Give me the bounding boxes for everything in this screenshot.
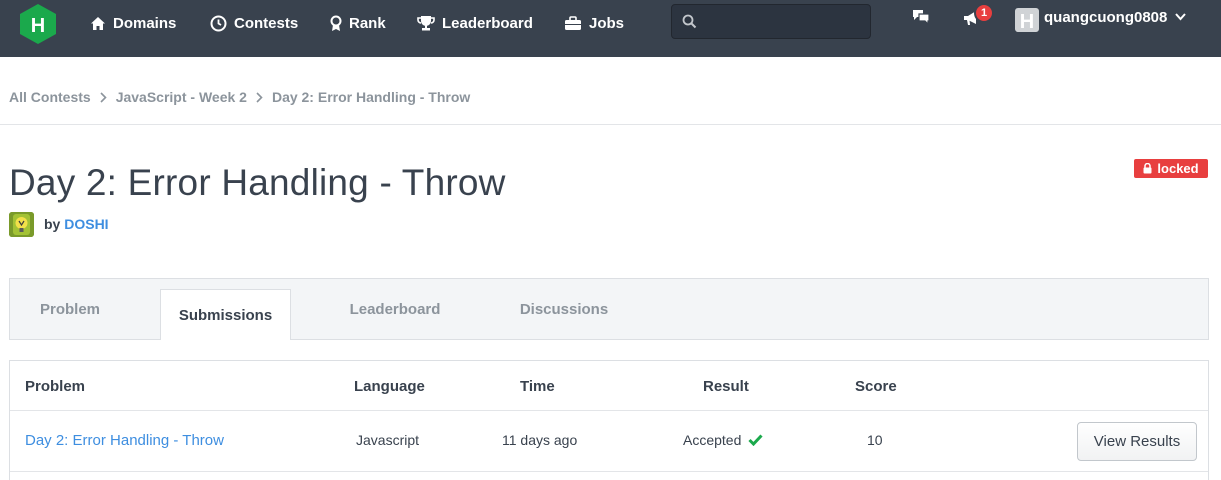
svg-text:H: H (1020, 11, 1034, 32)
nav-domains[interactable]: Domains (90, 0, 176, 46)
briefcase-icon (565, 15, 581, 30)
nav-contests-label: Contests (234, 14, 299, 32)
submission-problem-link[interactable]: Day 2: Error Handling - Throw (25, 432, 224, 449)
chevron-right-icon (256, 91, 263, 103)
breadcrumb-challenge[interactable]: Day 2: Error Handling - Throw (272, 89, 470, 105)
view-results-button[interactable]: View Results (1077, 422, 1197, 461)
tab-submissions[interactable]: Submissions (160, 289, 291, 340)
header-divider (10, 410, 1208, 411)
submission-result: Accepted (683, 432, 763, 448)
nav-contests[interactable]: Contests (210, 0, 298, 46)
author-avatar[interactable] (9, 212, 34, 237)
breadcrumb-all-contests[interactable]: All Contests (9, 89, 91, 105)
top-navbar: H Domains Contests Rank Leaderboard Jobs… (0, 0, 1221, 57)
nav-leaderboard[interactable]: Leaderboard (417, 0, 533, 46)
page-title: Day 2: Error Handling - Throw (9, 162, 506, 203)
username-label[interactable]: quangcuong0808 (1044, 9, 1167, 26)
row-divider (10, 471, 1208, 472)
medal-icon (330, 15, 342, 31)
tab-problem[interactable]: Problem (10, 279, 130, 339)
locked-label: locked (1157, 161, 1199, 176)
home-icon (91, 16, 105, 30)
user-avatar[interactable]: H (1015, 8, 1039, 33)
chevron-down-icon[interactable] (1175, 13, 1186, 21)
by-label: by (44, 216, 61, 232)
submission-result-label: Accepted (683, 432, 742, 448)
nav-rank[interactable]: Rank (330, 0, 386, 46)
nav-jobs-label: Jobs (589, 14, 625, 32)
submission-time: 11 days ago (502, 432, 578, 448)
author-avatar-image (9, 212, 34, 237)
breadcrumb-contest[interactable]: JavaScript - Week 2 (116, 89, 247, 105)
trophy-icon (417, 16, 435, 31)
tab-discussions[interactable]: Discussions (500, 279, 628, 339)
breadcrumb: All Contests JavaScript - Week 2 Day 2: … (9, 89, 470, 105)
submission-score: 10 (867, 432, 883, 448)
tab-leaderboard[interactable]: Leaderboard (330, 279, 460, 339)
avatar-placeholder-icon: H (1020, 11, 1034, 33)
header-score: Score (855, 378, 897, 395)
submission-language: Javascript (356, 432, 420, 448)
header-problem: Problem (25, 378, 86, 395)
clock-icon (210, 15, 227, 31)
search-input[interactable] (671, 4, 871, 39)
locked-badge: locked (1134, 159, 1208, 178)
hackerrank-logo-icon[interactable]: H (16, 2, 60, 46)
checkmark-icon (748, 434, 763, 447)
challenge-tabs: Problem Submissions Leaderboard Discussi… (9, 278, 1209, 340)
author-link[interactable]: DOSHI (64, 216, 108, 232)
svg-text:H: H (31, 15, 45, 37)
breadcrumb-divider (0, 124, 1221, 125)
notification-badge[interactable]: 1 (974, 3, 994, 23)
search-icon (682, 14, 697, 29)
nav-domains-label: Domains (113, 14, 177, 32)
lock-icon (1143, 163, 1152, 174)
header-time: Time (520, 378, 555, 395)
chevron-right-icon (100, 91, 107, 103)
header-result: Result (703, 378, 749, 395)
nav-jobs[interactable]: Jobs (564, 0, 624, 46)
nav-rank-label: Rank (349, 14, 386, 32)
submissions-table: Problem Language Time Result Score Day 2… (9, 360, 1209, 480)
author-line: by DOSHI (44, 216, 109, 232)
nav-leaderboard-label: Leaderboard (442, 14, 533, 32)
header-language: Language (354, 378, 425, 395)
chat-icon[interactable] (911, 8, 931, 26)
